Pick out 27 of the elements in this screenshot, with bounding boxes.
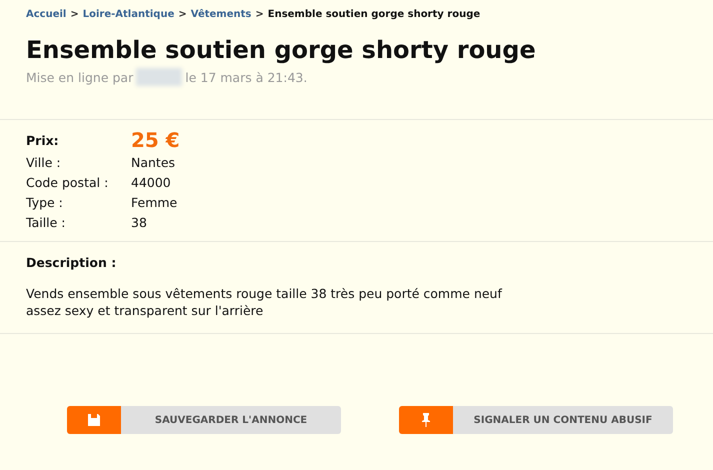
detail-label: Code postal :: [26, 174, 110, 192]
detail-value: 44000: [131, 174, 172, 192]
blurred-name: [136, 68, 182, 86]
detail-value: Nantes: [131, 154, 176, 172]
action-button[interactable]: SAUVEGARDER L'ANNONCE: [67, 406, 341, 434]
listing-title: Ensemble soutien gorge shorty rouge: [26, 36, 537, 64]
detail-label: Taille :: [26, 214, 67, 232]
breadcrumb-link[interactable]: Vêtements: [190, 9, 252, 20]
breadcrumb-separator: >: [70, 9, 79, 20]
breadcrumb-link[interactable]: Loire-Atlantique: [82, 9, 174, 20]
posted-date-text: le 17 mars à 21:43.: [185, 70, 308, 84]
detail-label: Ville :: [26, 154, 62, 172]
detail-label: Type :: [26, 194, 64, 212]
breadcrumb-link[interactable]: Accueil: [26, 9, 66, 20]
description-label: Description :: [26, 255, 118, 270]
pin-icon: [421, 412, 431, 428]
price-value: 25 €: [131, 128, 181, 152]
price-label: Prix:: [26, 132, 60, 150]
breadcrumb-separator: >: [255, 9, 264, 20]
action-button[interactable]: SIGNALER UN CONTENU ABUSIF: [399, 406, 673, 434]
breadcrumb-separator: >: [178, 9, 187, 20]
floppy-icon: [87, 413, 101, 427]
posted-by-text: Mise en ligne par: [26, 70, 134, 84]
detail-value: Femme: [131, 194, 178, 212]
detail-value: 38: [131, 214, 148, 232]
description-text: Vends ensemble sous vêtements rouge taille 38 très peu porté comme neuf assez sexy et transparent sur l'arrière: [26, 285, 504, 319]
breadcrumb-current: Ensemble soutien gorge shorty rouge: [268, 9, 480, 20]
